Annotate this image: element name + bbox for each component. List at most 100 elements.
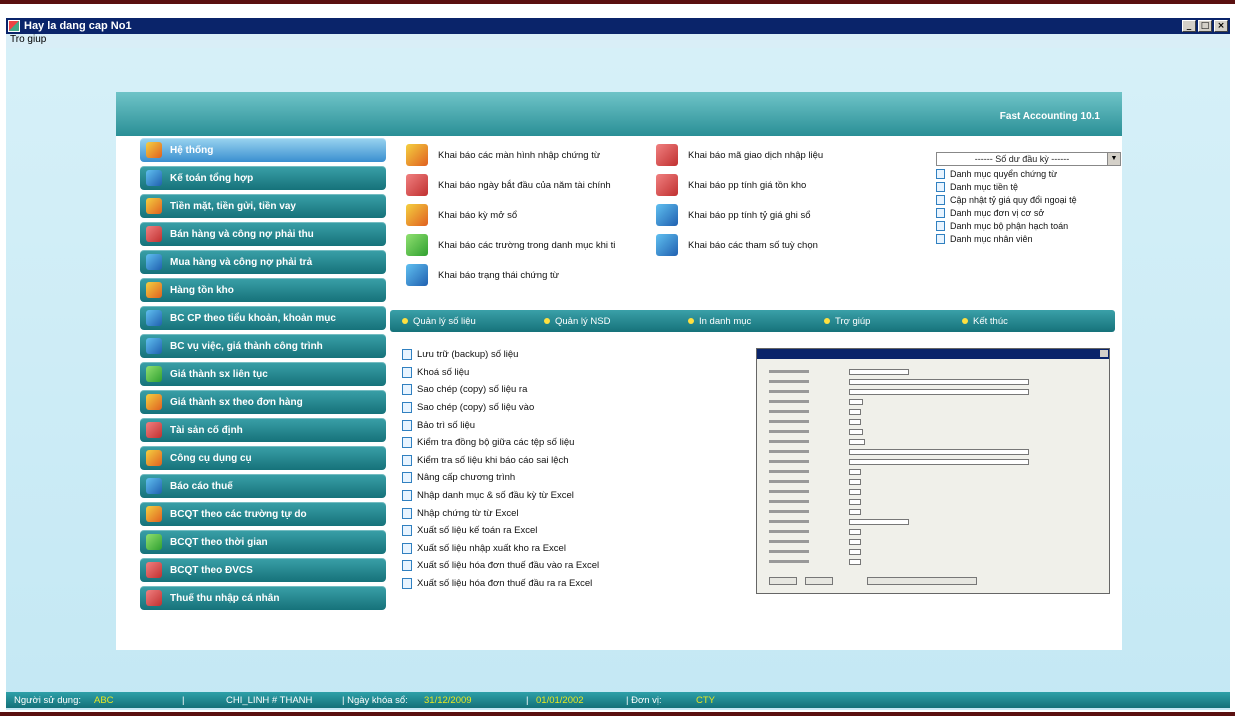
nav-item-tai-san-co-dinh[interactable]: Tài sản cố định — [140, 418, 386, 442]
list-link[interactable]: Danh mục quyển chứng từ — [936, 169, 1121, 179]
tab-label: Trợ giúp — [835, 315, 871, 327]
cost-icon — [146, 366, 162, 382]
nav-label: BCQT theo các trường tự do — [170, 508, 307, 520]
tab-bar: Quản lý số liệu Quản lý NSD In danh mục … — [390, 310, 1115, 332]
list-item[interactable]: Xuất số liệu hóa đơn thuế đầu vào ra Exc… — [402, 557, 742, 575]
list-item[interactable]: Xuất số liệu nhập xuất kho ra Excel — [402, 540, 742, 558]
list-item[interactable]: Nhập chứng từ từ Excel — [402, 504, 742, 522]
list-item[interactable]: Sao chép (copy) số liệu vào — [402, 399, 742, 417]
list-link[interactable]: Danh mục tiền tệ — [936, 182, 1121, 192]
nav-item-gia-thanh-don-hang[interactable]: Giá thành sx theo đơn hàng — [140, 390, 386, 414]
list-item[interactable]: Bảo trì số liệu — [402, 416, 742, 434]
list-link[interactable]: Danh mục nhân viên — [936, 234, 1121, 244]
nav-item-bcqt-truong-tu-do[interactable]: BCQT theo các trường tự do — [140, 502, 386, 526]
function-label: Khai báo các tham số tuỳ chọn — [688, 239, 818, 251]
list-item[interactable]: Kiểm tra đồng bộ giữa các tệp số liệu — [402, 434, 742, 452]
function-item[interactable]: Khai báo ngày bắt đầu của năm tài chính — [406, 172, 611, 198]
list-item[interactable]: Nhập danh mục & số đầu kỳ từ Excel — [402, 487, 742, 505]
nav-item-he-thong[interactable]: Hệ thống — [140, 138, 386, 162]
function-item[interactable]: Khai báo pp tính giá tồn kho — [656, 172, 806, 198]
list-item[interactable]: Lưu trữ (backup) số liệu — [402, 346, 742, 364]
chevron-down-icon[interactable]: ▼ — [1107, 153, 1120, 165]
bullet-icon — [962, 318, 968, 324]
purchase-icon — [146, 254, 162, 270]
function-item[interactable]: Khai báo các tham số tuỳ chọn — [656, 232, 818, 258]
tab-quan-ly-so-lieu[interactable]: Quản lý số liệu — [402, 316, 476, 327]
right-panel: ------ Số dư đầu kỳ ------ ▼ Danh mục qu… — [936, 152, 1121, 244]
nav-item-bcqt-dvcs[interactable]: BCQT theo ĐVCS — [140, 558, 386, 582]
tab-tro-giup[interactable]: Trợ giúp — [824, 316, 870, 327]
nav-item-gia-thanh-lien-tuc[interactable]: Giá thành sx liên tục — [140, 362, 386, 386]
list-item[interactable]: Kiểm tra số liệu khi báo cáo sai lệch — [402, 452, 742, 470]
nav-item-ke-toan-tong-hop[interactable]: Kế toán tổng hợp — [140, 166, 386, 190]
function-label: Khai báo mã giao dịch nhập liệu — [688, 149, 824, 161]
function-grid: Khai báo các màn hình nhập chứng từ Khai… — [406, 142, 926, 286]
function-item[interactable]: Khai báo trạng thái chứng từ — [406, 262, 559, 288]
document-icon — [402, 542, 412, 554]
opening-balance-select[interactable]: ------ Số dư đầu kỳ ------ ▼ — [936, 152, 1121, 166]
nav-item-ban-hang[interactable]: Bán hàng và công nợ phải thu — [140, 222, 386, 246]
function-label: Khai báo pp tính giá tồn kho — [688, 179, 807, 191]
nav-item-bcqt-thoi-gian[interactable]: BCQT theo thời gian — [140, 530, 386, 554]
tab-label: In danh mục — [699, 315, 752, 327]
list-item[interactable]: Sao chép (copy) số liệu ra — [402, 381, 742, 399]
inventory-icon — [146, 282, 162, 298]
options-icon — [656, 234, 678, 256]
document-icon — [402, 419, 412, 431]
preview-button — [805, 577, 833, 585]
function-item[interactable]: Khai báo kỳ mở sổ — [406, 202, 517, 228]
nav-item-tien-mat[interactable]: Tiền mặt, tiền gửi, tiền vay — [140, 194, 386, 218]
close-icon — [1100, 350, 1108, 357]
function-label: Khai báo kỳ mở sổ — [438, 209, 518, 221]
nav-label: Hệ thống — [170, 144, 214, 156]
nav-label: Kế toán tổng hợp — [170, 172, 254, 184]
function-label: Khai báo các màn hình nhập chứng từ — [438, 149, 601, 161]
preview-button — [867, 577, 977, 585]
nav-item-bc-vu-viec[interactable]: BC vụ việc, giá thành công trình — [140, 334, 386, 358]
top-border — [0, 0, 1235, 4]
document-icon — [936, 208, 945, 218]
item-label: Bảo trì số liệu — [417, 419, 476, 431]
function-item[interactable]: Khai báo mã giao dịch nhập liệu — [656, 142, 823, 168]
nav-item-hang-ton-kho[interactable]: Hàng tồn kho — [140, 278, 386, 302]
tab-quan-ly-nsd[interactable]: Quản lý NSD — [544, 316, 610, 327]
document-icon — [402, 490, 412, 502]
function-item[interactable]: Khai báo các trường trong danh mục khi t… — [406, 232, 615, 258]
item-label: Nâng cấp chương trình — [417, 472, 516, 484]
menu-help[interactable]: Tro giup — [10, 34, 46, 45]
list-link[interactable]: Cập nhật tỷ giá quy đổi ngoại tệ — [936, 195, 1121, 205]
nav-item-cong-cu[interactable]: Công cụ dụng cụ — [140, 446, 386, 470]
item-label: Xuất số liệu hóa đơn thuế đầu ra ra Exce… — [417, 578, 593, 590]
list-item[interactable]: Xuất số liệu kế toán ra Excel — [402, 522, 742, 540]
nav-item-thue-tncn[interactable]: Thuế thu nhập cá nhân — [140, 586, 386, 610]
lock-date: 31/12/2009 — [424, 694, 472, 706]
nav-label: Hàng tồn kho — [170, 284, 234, 296]
nav-item-bao-cao-thue[interactable]: Báo cáo thuế — [140, 474, 386, 498]
unit-value: CTY — [696, 694, 715, 706]
main-panel: Fast Accounting 10.1 Hệ thống Kế toán tổ… — [116, 92, 1122, 650]
tab-ket-thuc[interactable]: Kết thúc — [962, 316, 1008, 327]
tab-in-danh-muc[interactable]: In danh mục — [688, 316, 751, 327]
document-icon — [402, 472, 412, 484]
document-icon — [936, 234, 945, 244]
list-item[interactable]: Xuất số liệu hóa đơn thuế đầu ra ra Exce… — [402, 575, 742, 593]
list-item[interactable]: Nâng cấp chương trình — [402, 469, 742, 487]
list-link[interactable]: Danh mục đơn vị cơ sở — [936, 208, 1121, 218]
list-item[interactable]: Khoá số liệu — [402, 364, 742, 382]
unit-report-icon — [146, 562, 162, 578]
status-divider: | — [526, 694, 529, 706]
window-title: Hay la dang cap No1 — [24, 20, 132, 32]
maximize-button[interactable]: □ — [1198, 20, 1212, 32]
nav-label: BCQT theo thời gian — [170, 536, 268, 548]
document-icon — [402, 560, 412, 572]
list-link[interactable]: Danh mục bộ phận hạch toán — [936, 221, 1121, 231]
function-label: Khai báo trạng thái chứng từ — [438, 269, 559, 281]
function-item[interactable]: Khai báo pp tính tỷ giá ghi sổ — [656, 202, 811, 228]
close-button[interactable]: × — [1214, 20, 1228, 32]
minimize-button[interactable]: _ — [1182, 20, 1196, 32]
nav-item-mua-hang[interactable]: Mua hàng và công nợ phải trả — [140, 250, 386, 274]
function-item[interactable]: Khai báo các màn hình nhập chứng từ — [406, 142, 600, 168]
nav-label: Giá thành sx theo đơn hàng — [170, 396, 303, 408]
status-icon — [406, 264, 428, 286]
nav-item-bc-cp[interactable]: BC CP theo tiểu khoản, khoản mục — [140, 306, 386, 330]
